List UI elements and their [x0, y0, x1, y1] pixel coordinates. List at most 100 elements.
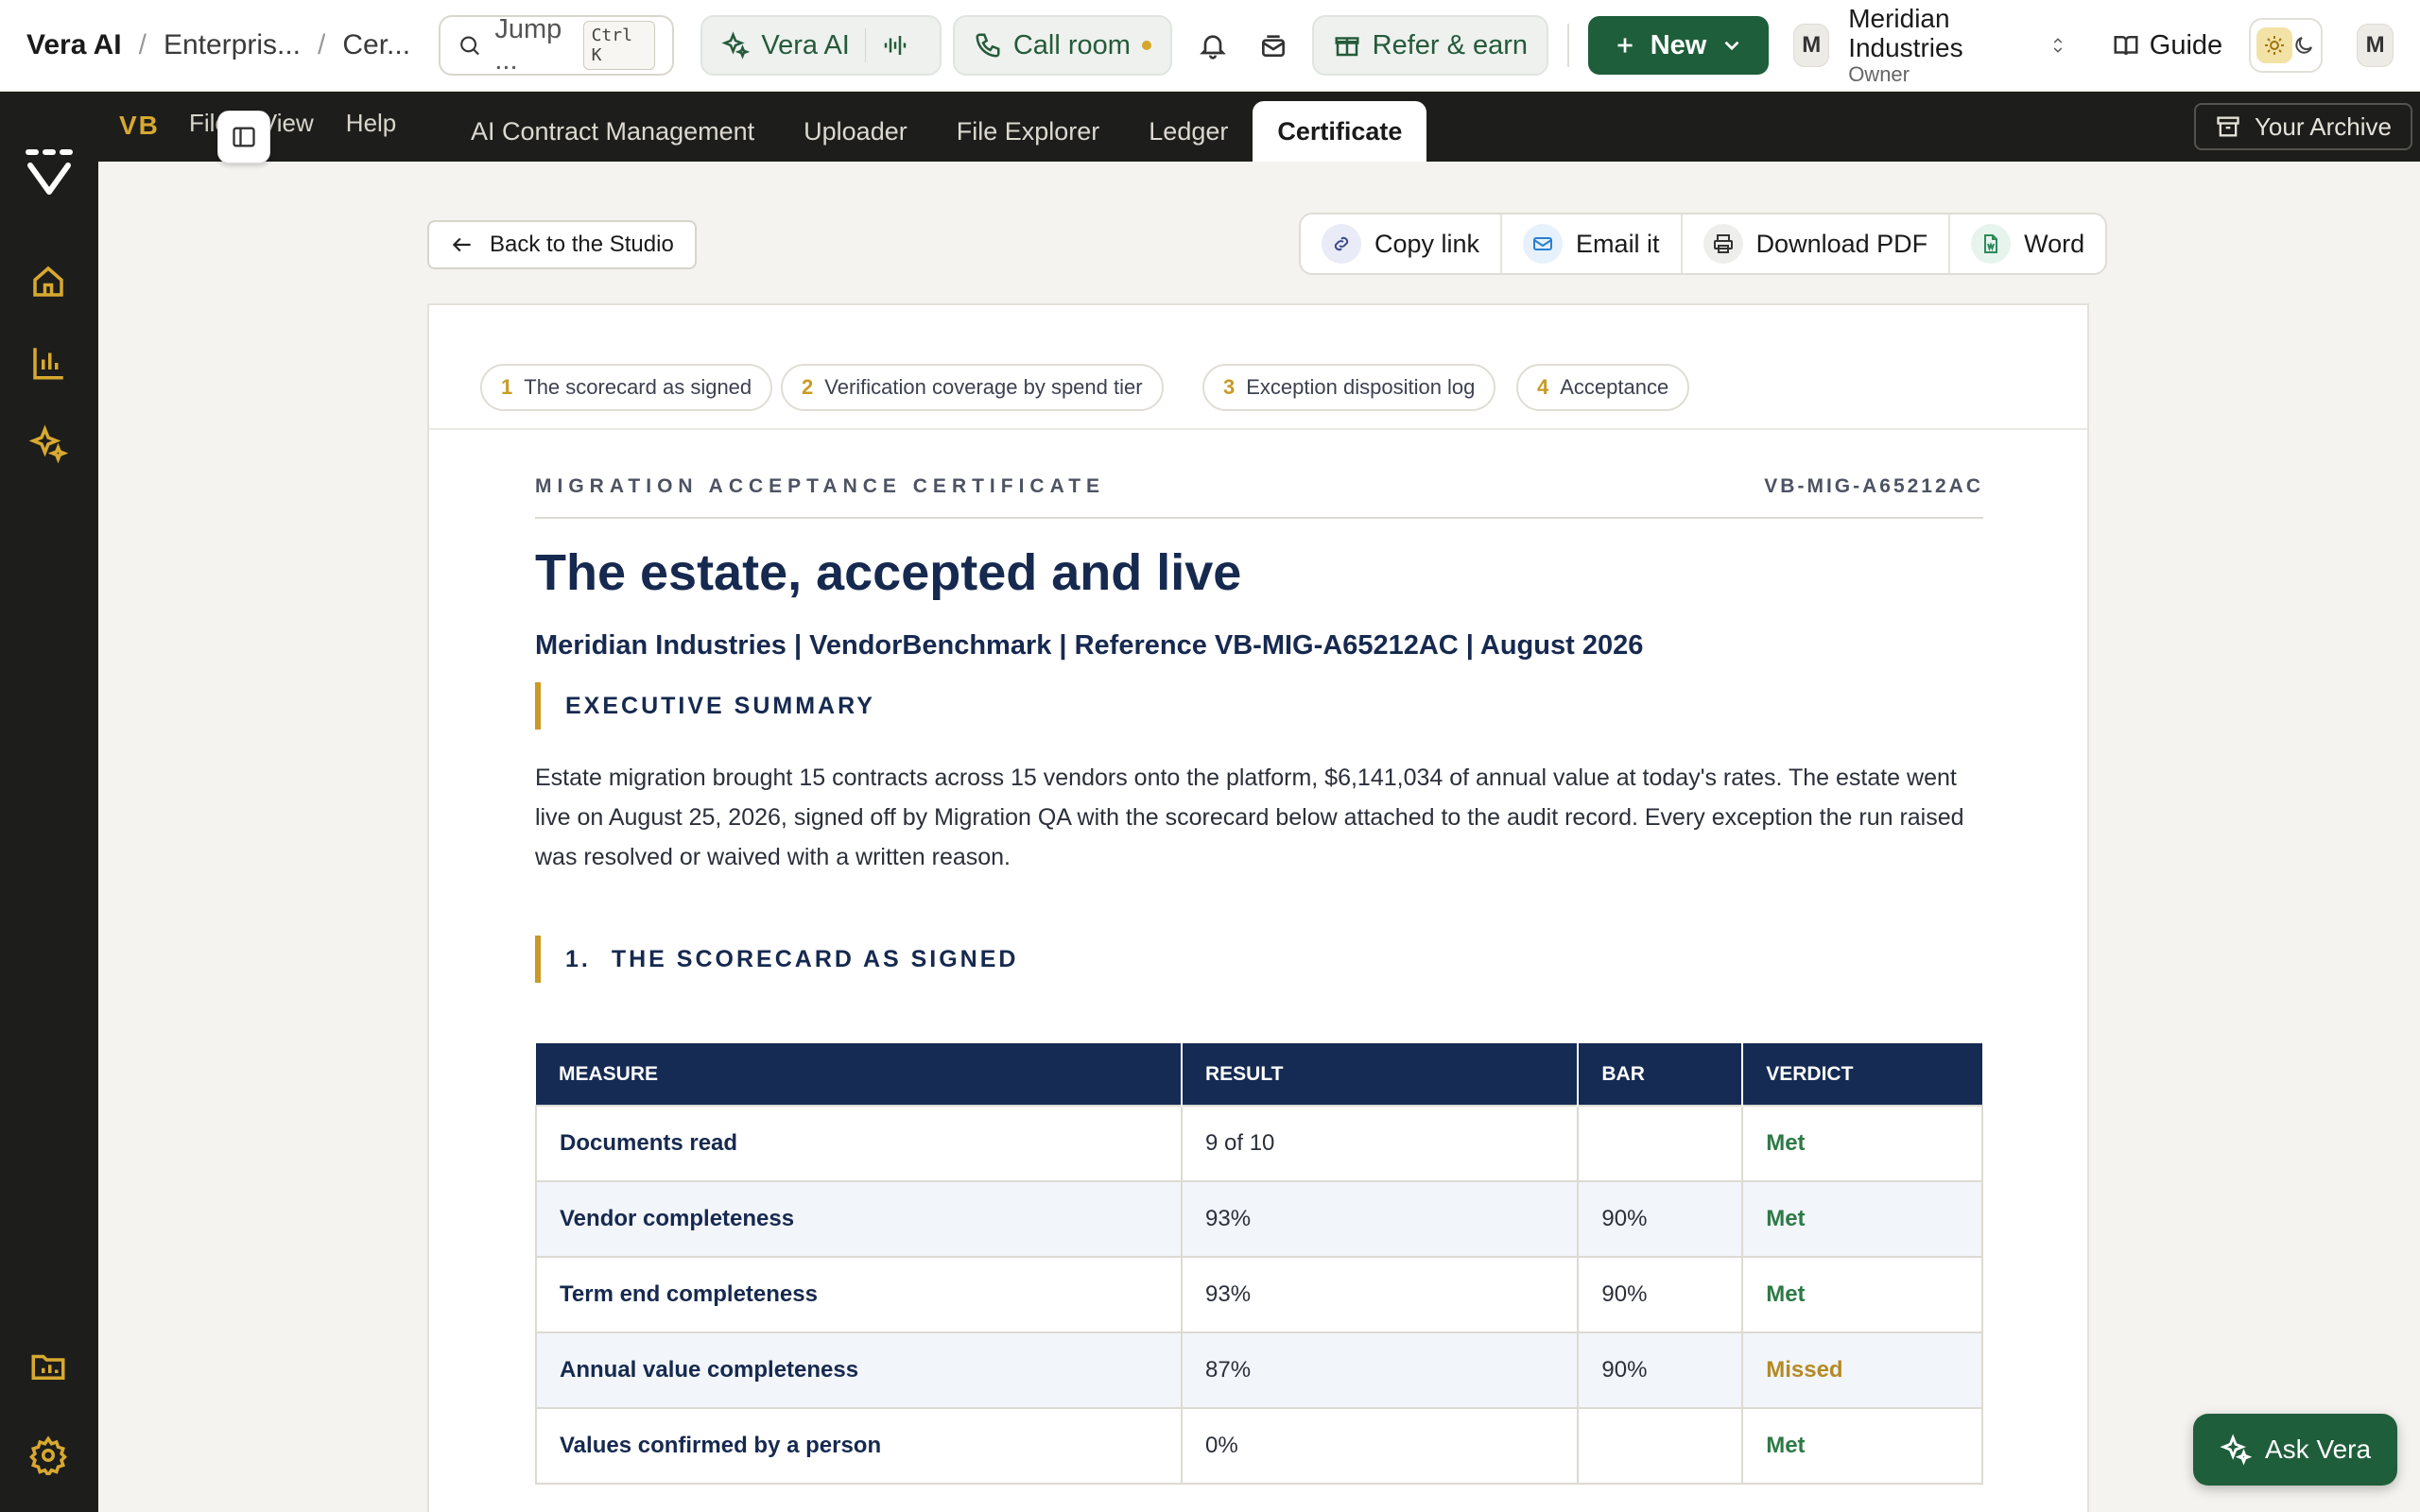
voice-wave-icon[interactable] — [881, 31, 909, 60]
your-archive-button[interactable]: Your Archive — [2193, 103, 2412, 150]
sparkle-icon — [28, 424, 69, 464]
vera-logo-icon[interactable] — [21, 146, 78, 203]
user-avatar[interactable]: M — [2357, 24, 2394, 67]
back-to-studio-button[interactable]: Back to the Studio — [427, 220, 697, 269]
guide-button[interactable]: Guide — [2112, 30, 2222, 61]
bar-cell — [1577, 1407, 1744, 1485]
refer-and-earn-button[interactable]: Refer & earn — [1311, 15, 1549, 76]
verdict-cell: Met — [1741, 1180, 1983, 1258]
chip-section-2[interactable]: 2 Verification coverage by spend tier — [781, 364, 1164, 411]
table-row: Values confirmed by a person 0% Met — [535, 1407, 1983, 1485]
org-name: Meridian Industries — [1848, 4, 1963, 62]
tab-ledger[interactable]: Ledger — [1124, 101, 1253, 162]
menu-help[interactable]: Help — [346, 109, 396, 138]
light-mode-option[interactable] — [2256, 27, 2293, 63]
breadcrumb-enterprise[interactable]: Enterpris... — [164, 29, 301, 61]
chip-section-1[interactable]: 1 The scorecard as signed — [480, 364, 773, 411]
table-row: Vendor completeness 93% 90% Met — [535, 1180, 1983, 1258]
section-1-heading: 1. THE SCORECARD AS SIGNED — [535, 936, 1983, 983]
chip-label: Verification coverage by spend tier — [824, 375, 1143, 399]
certificate-type: MIGRATION ACCEPTANCE CERTIFICATE — [535, 475, 1106, 497]
vera-ai-button[interactable]: Vera AI — [700, 15, 942, 76]
sidebar-toggle-button[interactable] — [217, 111, 270, 163]
new-button[interactable]: New — [1587, 16, 1770, 75]
download-pdf-label: Download PDF — [1755, 229, 1928, 258]
chip-number: 1 — [501, 375, 513, 399]
word-doc-icon — [1971, 224, 2012, 264]
verdict-cell: Met — [1741, 1407, 1983, 1485]
rail-ai[interactable] — [28, 424, 69, 464]
executive-summary-heading: EXECUTIVE SUMMARY — [535, 682, 1983, 730]
measure-cell: Annual value completeness — [535, 1332, 1183, 1409]
app-brand: VB — [119, 111, 160, 140]
email-it-label: Email it — [1576, 229, 1660, 258]
sparkle-icon — [2220, 1434, 2252, 1466]
breadcrumb-home[interactable]: Vera AI — [26, 29, 122, 61]
tab-uploader[interactable]: Uploader — [779, 101, 932, 162]
notifications-button[interactable] — [1193, 22, 1233, 69]
app-menubar: VB File View Help AI Contract Management… — [98, 92, 2420, 163]
table-row: Annual value completeness 87% 90% Missed — [535, 1332, 1983, 1409]
certificate-reference: VB-MIG-A65212AC — [1764, 475, 1983, 497]
rail-analytics[interactable] — [28, 343, 68, 383]
verdict-cell: Met — [1741, 1105, 1983, 1182]
executive-summary-text: Estate migration brought 15 contracts ac… — [535, 765, 1964, 870]
chip-number: 4 — [1537, 375, 1549, 399]
certificate-document: 1 The scorecard as signed 2 Verification… — [427, 303, 2089, 1512]
ask-vera-label: Ask Vera — [2265, 1435, 2372, 1464]
download-pdf-button[interactable]: Download PDF — [1683, 215, 1951, 273]
search-placeholder: Jump ... — [494, 14, 562, 76]
module-tabs: AI Contract Management Uploader File Exp… — [446, 101, 1427, 162]
verdict-cell: Missed — [1741, 1332, 1983, 1409]
sparkle-icon — [721, 31, 751, 60]
rail-settings[interactable] — [28, 1435, 68, 1479]
chip-label: The scorecard as signed — [524, 375, 752, 399]
mail-stack-icon — [1261, 35, 1285, 57]
word-label: Word — [2024, 229, 2085, 258]
rail-home[interactable] — [28, 262, 68, 301]
chip-section-4[interactable]: 4 Acceptance — [1516, 364, 1690, 411]
document-body: MIGRATION ACCEPTANCE CERTIFICATE VB-MIG-… — [535, 475, 1983, 1485]
scorecard-table: MEASURE RESULT BAR VERDICT Documents rea… — [535, 1043, 1983, 1485]
breadcrumb-separator: / — [138, 29, 147, 60]
moon-icon[interactable] — [2292, 34, 2315, 57]
back-label: Back to the Studio — [490, 232, 674, 257]
bar-chart-icon — [33, 348, 63, 380]
rail-folders[interactable] — [28, 1347, 68, 1386]
chip-number: 2 — [802, 375, 814, 399]
ask-vera-button[interactable]: Ask Vera — [2193, 1414, 2398, 1486]
toolbar-divider — [1567, 24, 1569, 67]
top-bar: Vera AI / Enterpris... / Cer... Jump ...… — [0, 0, 2420, 92]
vera-ai-label: Vera AI — [761, 29, 850, 60]
copy-link-button[interactable]: Copy link — [1301, 215, 1503, 273]
archive-label: Your Archive — [2254, 112, 2392, 141]
breadcrumb-current[interactable]: Cer... — [342, 29, 410, 61]
search-box[interactable]: Jump ... Ctrl K — [439, 14, 675, 76]
account-switcher[interactable]: M Meridian Industries Owner — [1793, 4, 2066, 86]
tab-ai-contract-management[interactable]: AI Contract Management — [446, 101, 779, 162]
mail-icon — [1523, 224, 1564, 264]
search-shortcut: Ctrl K — [582, 21, 656, 70]
column-header: VERDICT — [1742, 1043, 1982, 1106]
link-icon — [1322, 224, 1361, 264]
tab-certificate[interactable]: Certificate — [1253, 101, 1427, 162]
executive-summary-title: EXECUTIVE SUMMARY — [565, 692, 875, 719]
sidebar-panel-icon — [233, 127, 255, 147]
chip-section-3[interactable]: 3 Exception disposition log — [1202, 364, 1496, 411]
theme-toggle[interactable] — [2249, 18, 2324, 73]
tab-file-explorer[interactable]: File Explorer — [932, 101, 1125, 162]
email-it-button[interactable]: Email it — [1502, 215, 1683, 273]
printer-icon — [1703, 224, 1743, 264]
call-room-button[interactable]: Call room — [952, 15, 1172, 76]
book-icon — [2114, 36, 2138, 56]
result-cell: 87% — [1180, 1332, 1580, 1409]
chevron-updown-icon — [2053, 38, 2063, 53]
inbox-button[interactable] — [1253, 22, 1293, 69]
section-chips: 1 The scorecard as signed 2 Verification… — [429, 305, 2087, 430]
measure-cell: Documents read — [535, 1105, 1183, 1182]
section-title: THE SCORECARD AS SIGNED — [611, 945, 1019, 972]
word-export-button[interactable]: Word — [1950, 215, 2105, 273]
column-header: RESULT — [1182, 1043, 1580, 1106]
column-header: MEASURE — [536, 1043, 1183, 1106]
call-room-label: Call room — [1012, 29, 1131, 60]
